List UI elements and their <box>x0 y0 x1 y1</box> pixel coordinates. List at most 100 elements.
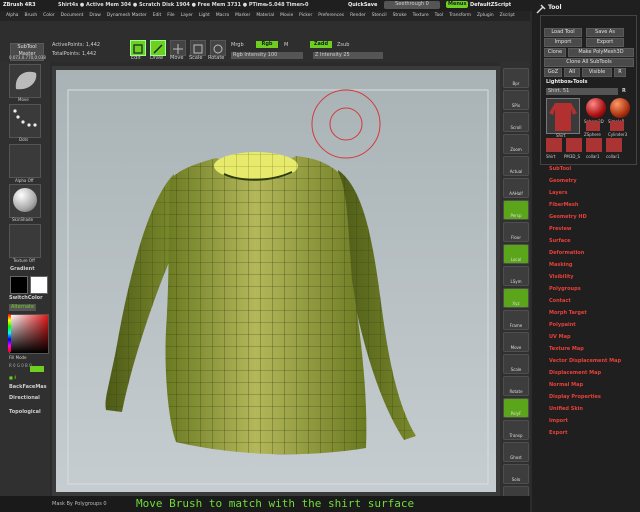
m-button[interactable]: M <box>284 42 288 49</box>
submenu-deformation[interactable]: Deformation <box>549 250 584 257</box>
tool-thumb-shirt-current[interactable] <box>546 98 580 134</box>
shelf-button-bpr[interactable]: Bpr <box>503 68 529 88</box>
submenu-polypaint[interactable]: Polypaint <box>549 322 576 329</box>
shelf-button-persp[interactable]: Persp <box>503 200 529 220</box>
subtool-thumb-collar1-a[interactable] <box>586 138 602 152</box>
topological-button[interactable]: Topological <box>9 409 41 416</box>
menu-edit[interactable]: Edit <box>153 12 162 19</box>
subtool-thumb-collar1-b[interactable] <box>606 138 622 152</box>
submenu-geometry-hd[interactable]: Geometry HD <box>549 214 587 221</box>
menu-zscript[interactable]: Zscript <box>500 12 515 19</box>
submenu-texture-map[interactable]: Texture Map <box>549 346 584 353</box>
material-thumbnail[interactable] <box>9 184 41 218</box>
menu-material[interactable]: Material <box>256 12 274 19</box>
defaultzscript-button[interactable]: DefaultZScript <box>470 2 511 9</box>
directional-button[interactable]: Directional <box>9 395 40 402</box>
alpha-thumbnail[interactable] <box>9 144 41 178</box>
shelf-button-scroll[interactable]: Scroll <box>503 112 529 132</box>
switchcolor-button[interactable]: SwitchColor <box>9 295 43 302</box>
submenu-uv-map[interactable]: UV Map <box>549 334 571 341</box>
menu-document[interactable]: Document <box>61 12 84 19</box>
menu-preferences[interactable]: Preferences <box>318 12 344 19</box>
rotate-button[interactable] <box>210 40 226 56</box>
rgb-button[interactable]: Rgb <box>256 41 278 48</box>
shelf-button-rotate[interactable]: Rotate <box>503 376 529 396</box>
shelf-button-xyz[interactable]: Xyz <box>503 288 529 308</box>
submenu-masking[interactable]: Masking <box>549 262 573 269</box>
submenu-geometry[interactable]: Geometry <box>549 178 577 185</box>
shelf-button-scale[interactable]: Scale <box>503 354 529 374</box>
shelf-button-aahalf[interactable]: AAHalf <box>503 178 529 198</box>
submenu-surface[interactable]: Surface <box>549 238 571 245</box>
fill-object-button[interactable] <box>30 366 44 372</box>
menu-layer[interactable]: Layer <box>181 12 193 19</box>
goz-button[interactable]: GoZ <box>544 68 562 77</box>
shelf-button-polyf[interactable]: PolyF <box>503 398 529 418</box>
seethrough-slider[interactable]: Seethrough 0 <box>384 1 440 9</box>
tool-slider[interactable]: Shirt. 51 <box>546 88 618 95</box>
menu-draw[interactable]: Draw <box>89 12 100 19</box>
menu-stroke[interactable]: Stroke <box>393 12 407 19</box>
menu-brush[interactable]: Brush <box>24 12 37 19</box>
submenu-preview[interactable]: Preview <box>549 226 572 233</box>
menu-file[interactable]: File <box>167 12 174 19</box>
submenu-morph-target[interactable]: Morph Target <box>549 310 587 317</box>
submenu-fibermesh[interactable]: FiberMesh <box>549 202 578 209</box>
shelf-button-move[interactable]: Move <box>503 332 529 352</box>
hue-strip[interactable] <box>8 314 11 352</box>
shelf-button-frame[interactable]: Frame <box>503 310 529 330</box>
goz-visible-button[interactable]: Visible <box>582 68 612 77</box>
lightbox-tools-button[interactable]: Lightbox▸Tools <box>546 79 587 86</box>
gradient-label[interactable]: Gradient <box>10 266 35 273</box>
shelf-button-actual[interactable]: Actual <box>503 156 529 176</box>
brush-thumbnail[interactable] <box>9 64 41 98</box>
stroke-thumbnail[interactable] <box>9 104 41 138</box>
menu-tool[interactable]: Tool <box>435 12 444 19</box>
submenu-vector-displacement-map[interactable]: Vector Displacement Map <box>549 358 621 365</box>
mrgb-button[interactable]: Mrgb <box>231 42 244 49</box>
move-button[interactable] <box>170 40 186 56</box>
menu-zplugin[interactable]: Zplugin <box>477 12 494 19</box>
tool-slider-r[interactable]: R <box>622 88 626 95</box>
shelf-button-solo[interactable]: Solo <box>503 464 529 484</box>
submenu-export[interactable]: Export <box>549 430 568 437</box>
zadd-button[interactable]: Zadd <box>310 41 332 48</box>
rgb-intensity-slider[interactable]: Rgb Intensity 100 <box>231 52 303 59</box>
menu-movie[interactable]: Movie <box>280 12 293 19</box>
submenu-display-properties[interactable]: Display Properties <box>549 394 601 401</box>
submenu-subtool[interactable]: SubTool <box>549 166 571 173</box>
menu-render[interactable]: Render <box>350 12 366 19</box>
menu-macro[interactable]: Macro <box>216 12 229 19</box>
submenu-import[interactable]: Import <box>549 418 568 425</box>
tool-thumb-cylinder3[interactable] <box>610 121 624 131</box>
submenu-displacement-map[interactable]: Displacement Map <box>549 370 601 377</box>
tool-thumb-simpleb[interactable] <box>610 98 630 118</box>
menu-light[interactable]: Light <box>199 12 210 19</box>
secondary-color-swatch[interactable] <box>30 276 48 294</box>
submenu-layers[interactable]: Layers <box>549 190 568 197</box>
shirt-model[interactable] <box>56 70 496 492</box>
subtool-thumb-pm3d[interactable] <box>566 138 582 152</box>
save-as-button[interactable]: Save As <box>586 28 624 37</box>
export-button[interactable]: Export <box>586 38 624 47</box>
submenu-contact[interactable]: Contact <box>549 298 571 305</box>
import-button[interactable]: Import <box>544 38 582 47</box>
edit-button[interactable] <box>130 40 146 56</box>
z-intensity-slider[interactable]: Z Intensity 25 <box>313 52 383 59</box>
submenu-visibility[interactable]: Visibility <box>549 274 574 281</box>
menu-color[interactable]: Color <box>43 12 54 19</box>
shelf-button-ghost[interactable]: Ghost <box>503 442 529 462</box>
submenu-normal-map[interactable]: Normal Map <box>549 382 583 389</box>
menu-marker[interactable]: Marker <box>235 12 250 19</box>
quicksave-button[interactable]: QuickSave <box>348 2 377 9</box>
shelf-button-transp[interactable]: Transp <box>503 420 529 440</box>
color-picker[interactable] <box>9 314 49 354</box>
submenu-unified-skin[interactable]: Unified Skin <box>549 406 583 413</box>
make-polymesh3d-button[interactable]: Make PolyMesh3D <box>568 48 634 57</box>
menu-transform[interactable]: Transform <box>449 12 471 19</box>
tool-thumb-sphere3d[interactable] <box>586 98 606 118</box>
menus-toggle[interactable]: Menus <box>446 1 469 8</box>
goz-r-button[interactable]: R <box>614 68 626 77</box>
submenu-polygroups[interactable]: Polygroups <box>549 286 581 293</box>
tool-thumb-zsphere[interactable] <box>586 121 600 131</box>
